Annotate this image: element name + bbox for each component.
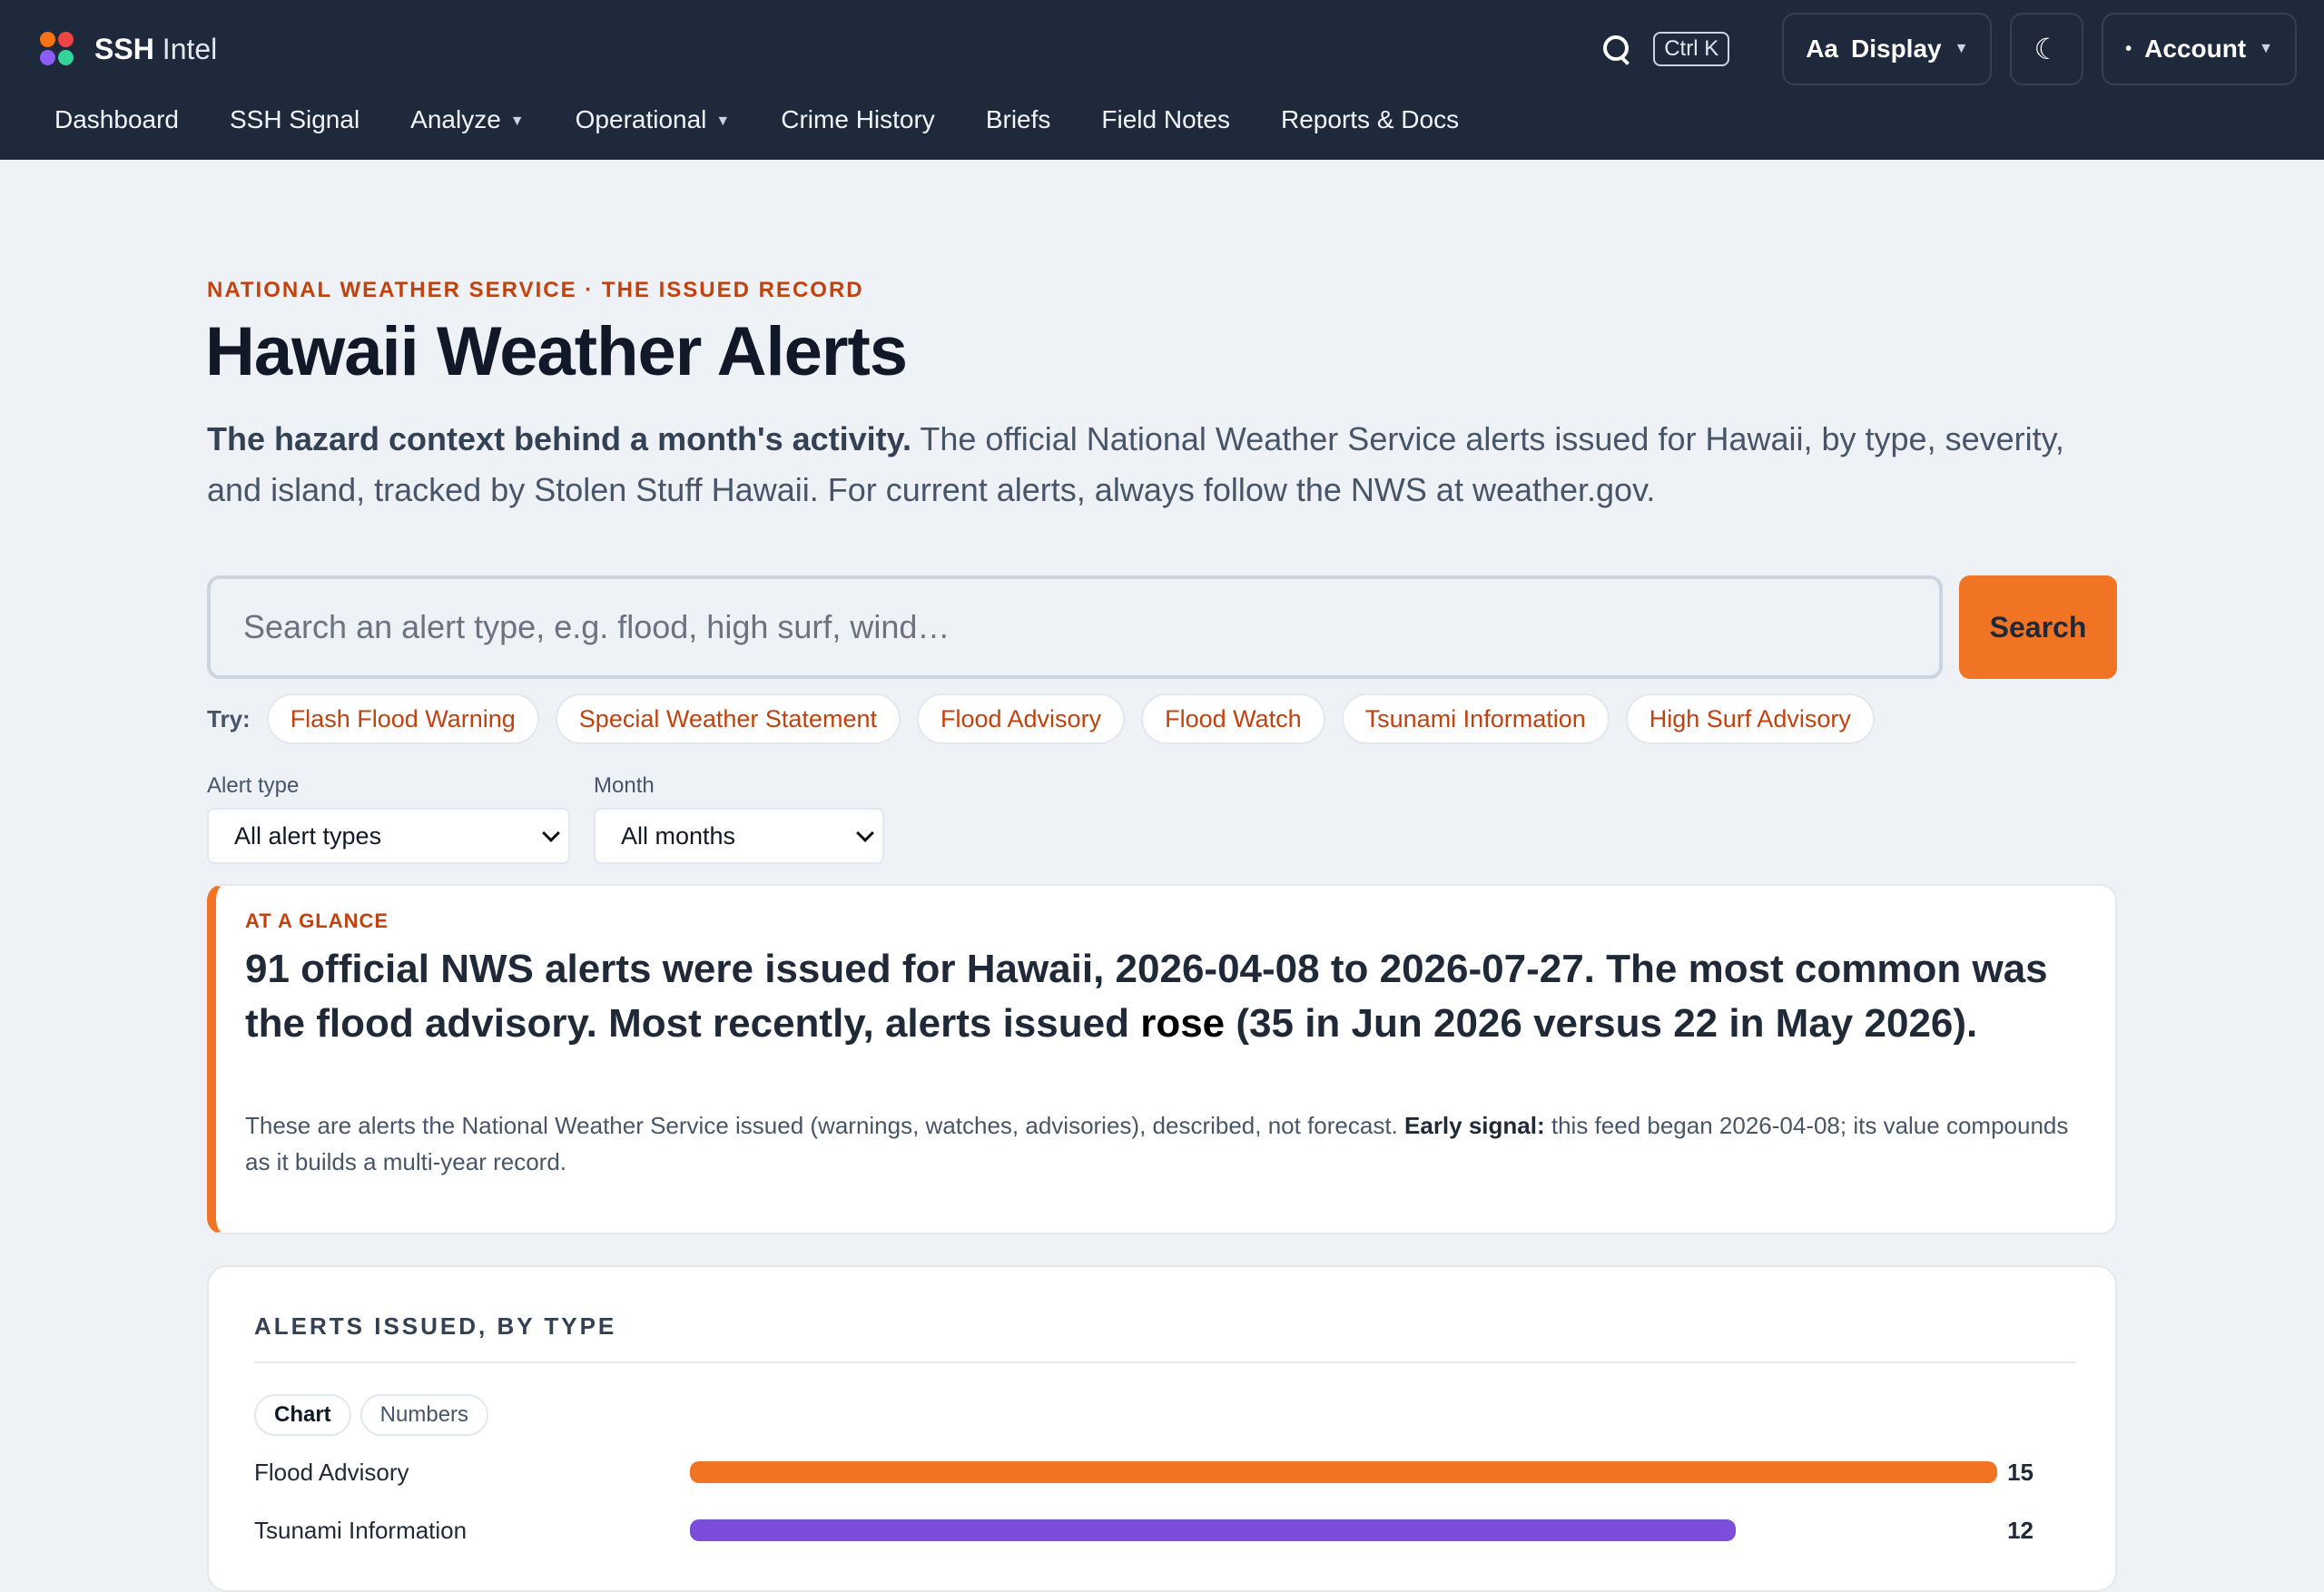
- divider: [254, 1361, 2075, 1363]
- glance-eyebrow: AT A GLANCE: [245, 909, 389, 932]
- suggestion-chip[interactable]: Flood Watch: [1141, 693, 1325, 744]
- nav-field-notes[interactable]: Field Notes: [1101, 105, 1230, 134]
- bar-label: Flood Advisory: [254, 1459, 409, 1486]
- nav-crime-history[interactable]: Crime History: [781, 105, 935, 134]
- nav-reports-docs[interactable]: Reports & Docs: [1281, 105, 1459, 134]
- display-label: Display: [1851, 34, 1942, 63]
- nav-ssh-signal[interactable]: SSH Signal: [230, 105, 359, 134]
- month-label: Month: [594, 773, 655, 798]
- theme-toggle-button[interactable]: ☾: [2010, 13, 2084, 85]
- nav-label: Dashboard: [54, 105, 179, 133]
- user-icon: •: [2125, 38, 2132, 59]
- glance-summary-trend: rose: [1140, 1001, 1226, 1046]
- suggestion-chip[interactable]: High Surf Advisory: [1625, 693, 1875, 744]
- account-label: Account: [2144, 34, 2247, 63]
- font-size-icon: Aa: [1806, 34, 1838, 63]
- keyboard-shortcut-hint: Ctrl K: [1653, 32, 1730, 66]
- suggestion-chips: Flash Flood Warning Special Weather State…: [266, 693, 1891, 744]
- brand-name: SSH: [94, 32, 154, 65]
- alert-type-value: All alert types: [234, 821, 382, 850]
- nav-briefs[interactable]: Briefs: [986, 105, 1051, 134]
- chevron-down-icon: [542, 824, 560, 842]
- nav-label: Briefs: [985, 105, 1051, 133]
- card-title: ALERTS ISSUED, BY TYPE: [254, 1312, 617, 1340]
- toggle-numbers[interactable]: Numbers: [359, 1394, 489, 1436]
- alert-search: Search: [207, 575, 2117, 679]
- chevron-down-icon: ▼: [1954, 41, 1969, 56]
- try-label: Try:: [207, 704, 251, 732]
- page-lede: The hazard context behind a month's acti…: [207, 414, 2113, 516]
- chevron-down-icon: [856, 824, 874, 842]
- nav-label: SSH Signal: [229, 105, 360, 133]
- alert-type-label: Alert type: [207, 773, 300, 798]
- suggestion-chip[interactable]: Flood Advisory: [916, 693, 1126, 744]
- glance-summary: 91 official NWS alerts were issued for H…: [245, 942, 2097, 1051]
- nav-label: Crime History: [781, 105, 935, 133]
- bar[interactable]: [690, 1519, 1736, 1541]
- suggestion-row: Try: Flash Flood Warning Special Weather …: [207, 693, 1891, 744]
- suggestion-chip[interactable]: Special Weather Statement: [555, 693, 901, 744]
- alert-type-filter: Alert type All alert types: [207, 773, 570, 864]
- nav-label: Field Notes: [1101, 105, 1231, 133]
- bar-label: Tsunami Information: [254, 1517, 467, 1544]
- brand[interactable]: SSH Intel: [40, 29, 217, 69]
- top-navigation-bar: SSH Intel Ctrl K Aa Display ▼ ☾ • Accoun…: [0, 0, 2324, 160]
- search-icon[interactable]: [1600, 33, 1633, 65]
- alerts-by-type-card: ALERTS ISSUED, BY TYPE Chart Numbers Floo…: [207, 1265, 2117, 1592]
- search-button[interactable]: Search: [1959, 575, 2117, 679]
- alerts-by-type-chart: Flood Advisory 15 Tsunami Information 12: [254, 1459, 2034, 1544]
- nav-label: Reports & Docs: [1281, 105, 1460, 133]
- glance-note-strong: Early signal:: [1404, 1112, 1545, 1139]
- chevron-down-icon: ▼: [715, 113, 731, 129]
- top-actions: Ctrl K Aa Display ▼ ☾ • Account ▼: [1600, 13, 2297, 85]
- moon-icon: ☾: [2034, 33, 2061, 65]
- nav-analyze[interactable]: Analyze ▼: [410, 105, 524, 134]
- glance-note-a: These are alerts the National Weather Se…: [245, 1112, 1405, 1139]
- bar[interactable]: [690, 1461, 1997, 1483]
- alert-type-select[interactable]: All alert types: [207, 808, 570, 864]
- glance-summary-b: (35 in Jun 2026 versus 22 in May 2026).: [1225, 1001, 1978, 1046]
- suggestion-chip[interactable]: Flash Flood Warning: [266, 693, 539, 744]
- chevron-down-icon: ▼: [509, 113, 525, 129]
- chevron-down-icon: ▼: [2259, 41, 2273, 56]
- nav-label: Operational: [575, 105, 707, 133]
- suggestion-chip[interactable]: Tsunami Information: [1341, 693, 1610, 744]
- lede-emphasis: The hazard context behind a month's acti…: [207, 420, 912, 457]
- bar-value-label: 15: [2007, 1459, 2034, 1486]
- nav-operational[interactable]: Operational ▼: [576, 105, 731, 134]
- toggle-chart[interactable]: Chart: [254, 1394, 351, 1436]
- bar-value-label: 12: [2007, 1517, 2034, 1544]
- display-settings-button[interactable]: Aa Display ▼: [1782, 13, 1993, 85]
- nav-dashboard[interactable]: Dashboard: [54, 105, 179, 134]
- view-toggle: Chart Numbers: [254, 1394, 497, 1436]
- account-menu-button[interactable]: • Account ▼: [2102, 13, 2297, 85]
- page-eyebrow: NATIONAL WEATHER SERVICE · THE ISSUED RE…: [207, 278, 864, 302]
- alert-search-input[interactable]: [207, 575, 1943, 679]
- month-value: All months: [621, 821, 736, 850]
- nav-label: Analyze: [410, 105, 501, 133]
- page-title: Hawaii Weather Alerts: [205, 313, 908, 390]
- brand-subtitle: Intel: [162, 32, 218, 65]
- month-filter: Month All months: [594, 773, 884, 864]
- month-select[interactable]: All months: [594, 808, 884, 864]
- at-a-glance-card: AT A GLANCE 91 official NWS alerts were …: [207, 884, 2117, 1234]
- main-nav: Dashboard SSH Signal Analyze ▼ Operational ▼ C…: [54, 98, 1510, 142]
- glance-note: These are alerts the National Weather Se…: [245, 1107, 2097, 1180]
- brand-logo-icon: [40, 32, 74, 66]
